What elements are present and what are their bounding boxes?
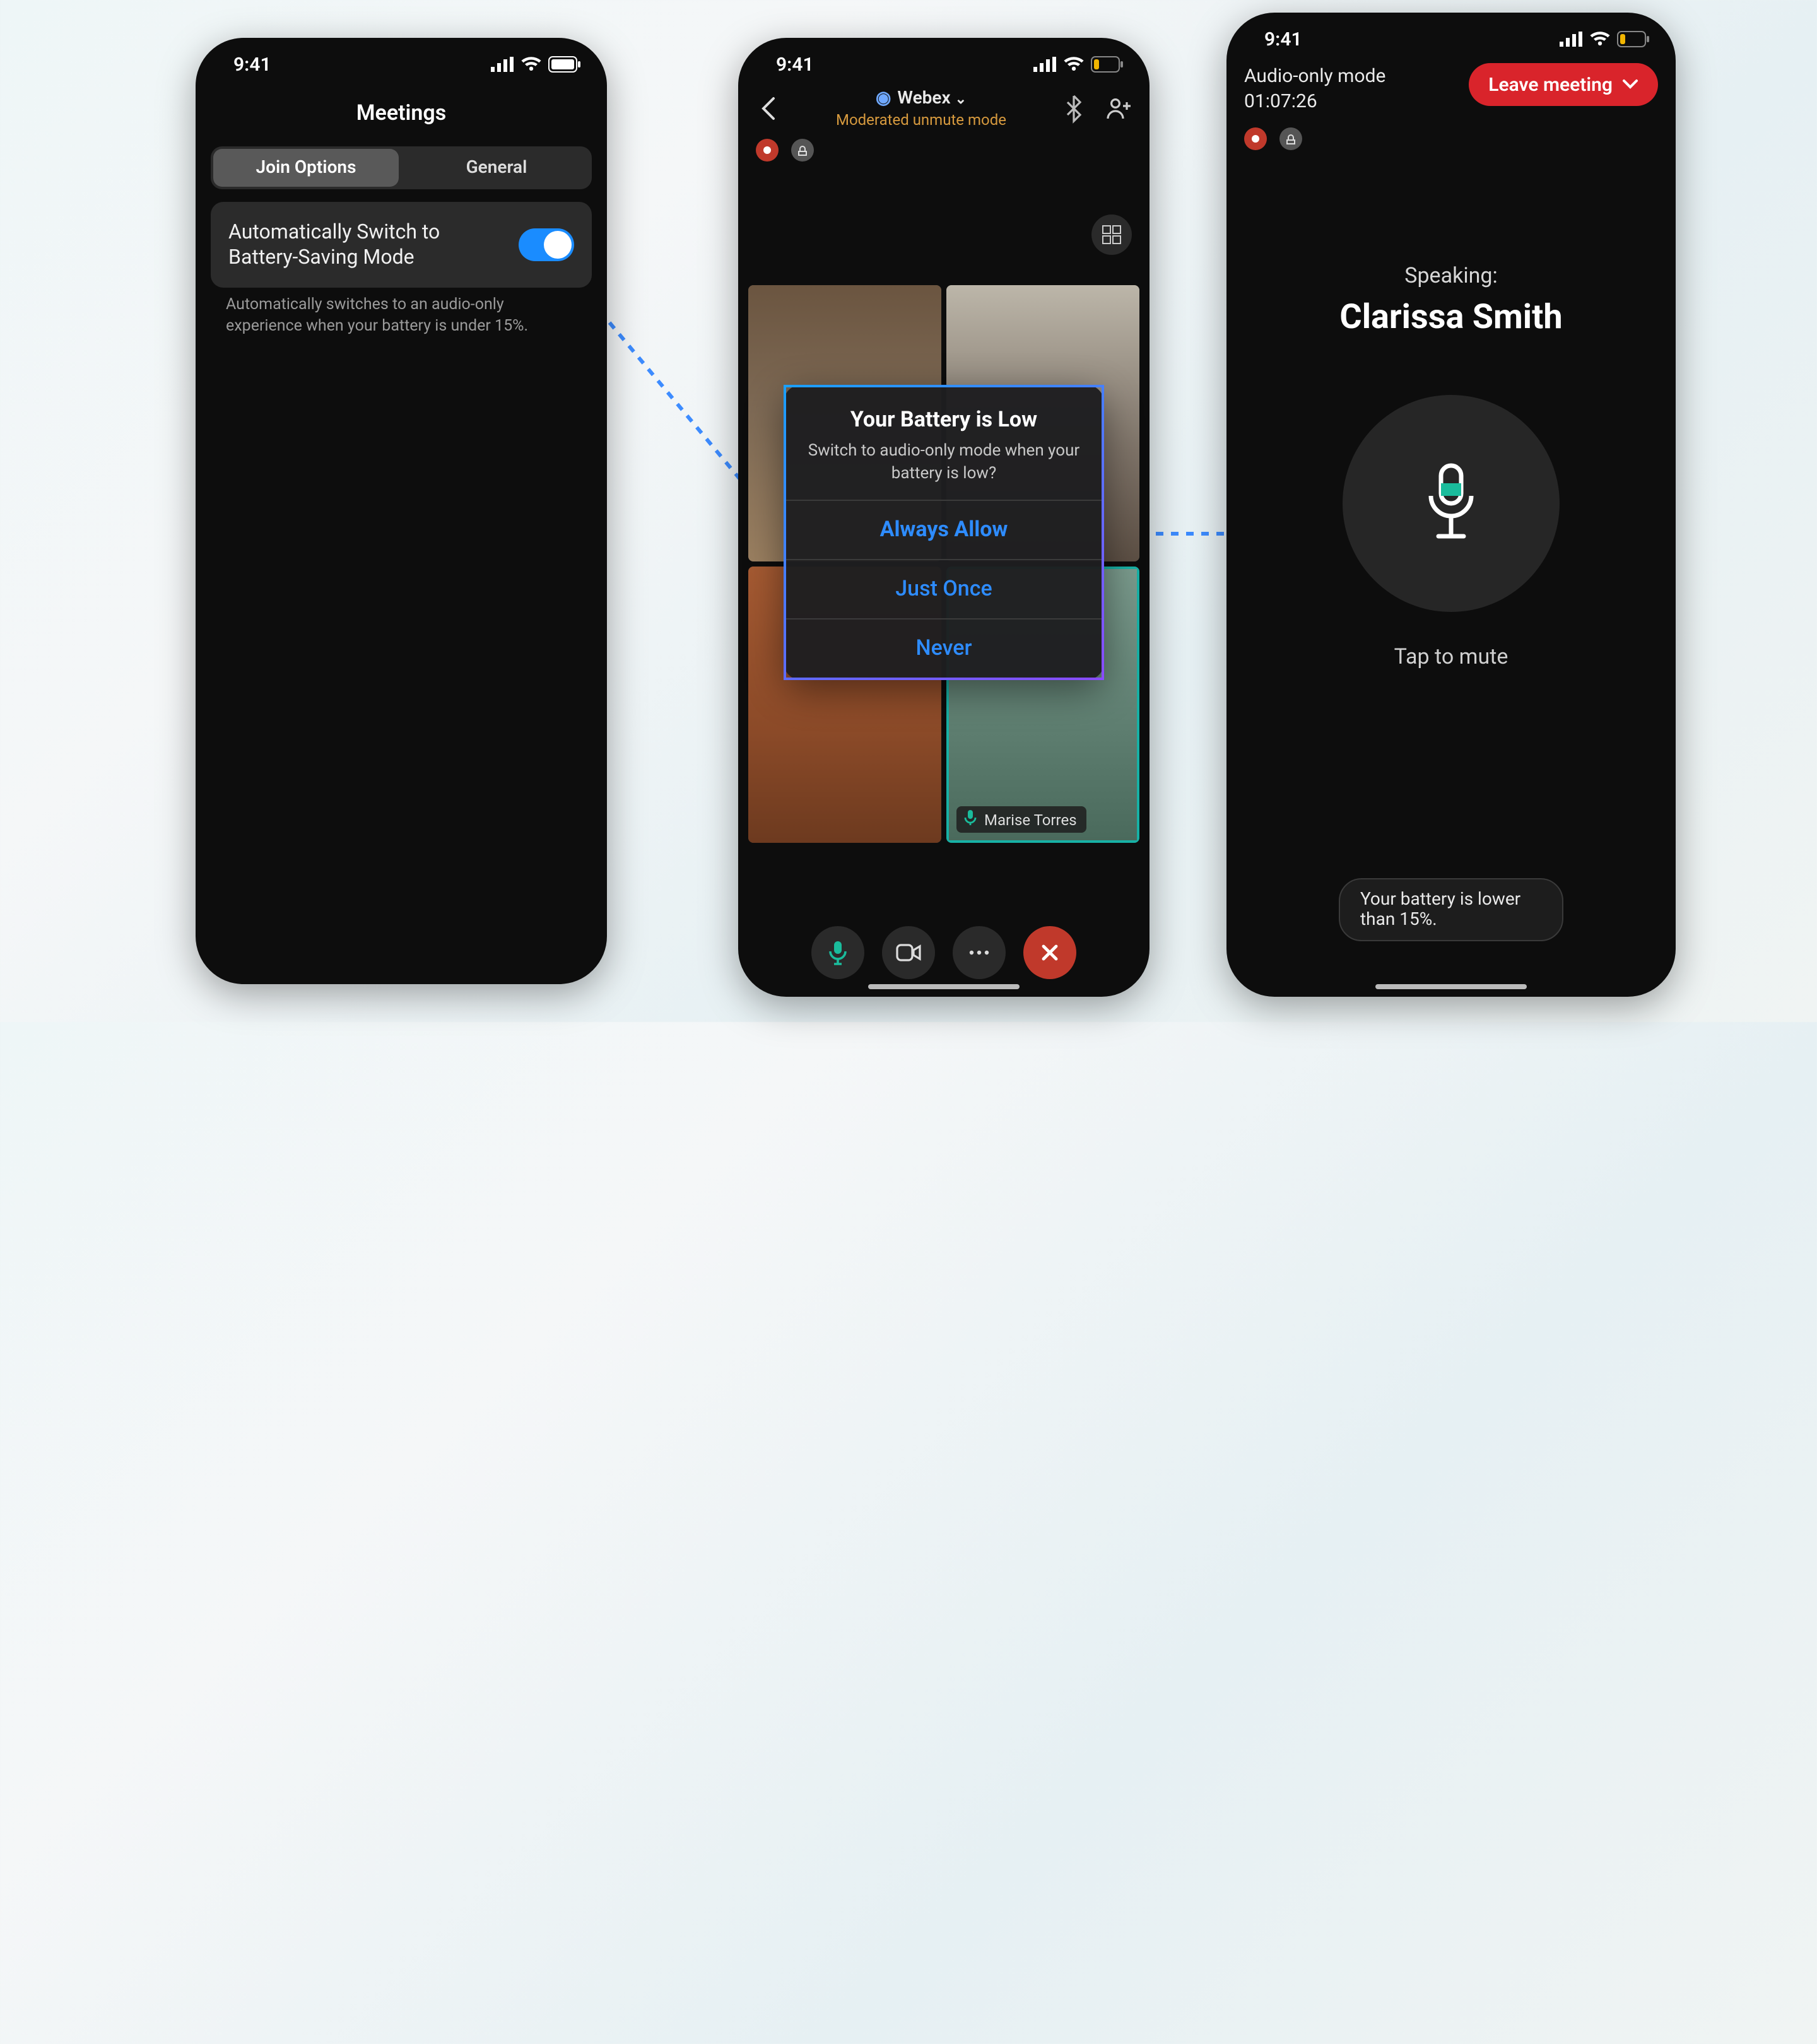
call-control-bar	[738, 926, 1150, 979]
battery-low-icon	[1618, 32, 1650, 47]
globe-icon: ◉	[876, 88, 891, 109]
participant-name: Marise Torres	[984, 811, 1077, 828]
mode-label: Audio-only mode	[1244, 63, 1385, 89]
page-title: Meetings	[196, 83, 607, 146]
tap-to-mute-button[interactable]	[1343, 394, 1560, 611]
recording-icon	[1244, 127, 1267, 150]
chevron-down-icon	[1623, 79, 1638, 90]
microphone-icon	[1423, 462, 1479, 543]
more-button[interactable]	[953, 926, 1006, 979]
recording-indicators	[1226, 114, 1676, 150]
phone-audio-only: 9:41 Audio-only mode 01:07:26 Leave meet…	[1226, 13, 1676, 997]
wifi-icon	[1064, 57, 1084, 72]
toggle-knob	[544, 231, 572, 259]
dialog-option-just-once[interactable]: Just Once	[786, 559, 1102, 618]
status-bar: 9:41	[738, 38, 1150, 83]
grid-icon	[1102, 225, 1122, 245]
tab-join-label: Join Options	[256, 158, 356, 178]
mic-active-icon	[964, 810, 977, 829]
chevron-down-icon: ⌄	[955, 91, 967, 107]
home-indicator	[868, 984, 1020, 989]
leave-meeting-button[interactable]: Leave meeting	[1468, 63, 1658, 106]
end-call-button[interactable]	[1023, 926, 1076, 979]
segmented-control: Join Options General	[211, 146, 592, 189]
setting-description: Automatically switches to an audio-only …	[226, 295, 577, 338]
tap-to-mute-label: Tap to mute	[1394, 644, 1508, 669]
status-icons	[1033, 57, 1124, 72]
status-time: 9:41	[776, 53, 814, 76]
tab-general[interactable]: General	[404, 149, 589, 187]
toggle-battery-saving[interactable]	[519, 228, 574, 261]
meeting-title: Webex	[897, 88, 950, 109]
recording-indicators	[738, 131, 1150, 162]
audio-only-status: Audio-only mode 01:07:26	[1244, 63, 1385, 114]
audio-only-top: Audio-only mode 01:07:26 Leave meeting	[1226, 58, 1676, 114]
status-icons	[491, 57, 582, 72]
meeting-top-bar: ◉ Webex ⌄ Moderated unmute mode	[738, 83, 1150, 131]
battery-low-dialog: Your Battery is Low Switch to audio-only…	[784, 385, 1104, 680]
meeting-subtitle: Moderated unmute mode	[836, 111, 1006, 129]
elapsed-time: 01:07:26	[1244, 89, 1385, 115]
wifi-icon	[1590, 32, 1610, 47]
status-time: 9:41	[1264, 28, 1302, 50]
status-icons	[1560, 32, 1650, 47]
video-button[interactable]	[882, 926, 935, 979]
wifi-icon	[521, 57, 541, 72]
tab-join-options[interactable]: Join Options	[213, 149, 399, 187]
speaker-name: Clarissa Smith	[1226, 296, 1676, 336]
tab-general-label: General	[466, 158, 527, 178]
participant-nameplate: Marise Torres	[956, 806, 1087, 833]
home-indicator	[1375, 984, 1527, 989]
phone-settings: 9:41 Meetings Join Options General Autom…	[196, 38, 607, 984]
battery-toast: Your battery is lower than 15%.	[1339, 878, 1563, 941]
battery-low-icon	[1091, 57, 1124, 72]
dialog-title: Your Battery is Low	[806, 408, 1081, 433]
cellular-icon	[1033, 57, 1056, 72]
encryption-icon	[1279, 127, 1302, 150]
recording-icon	[756, 139, 779, 162]
battery-full-icon	[549, 57, 582, 72]
bluetooth-icon[interactable]	[1061, 96, 1086, 121]
status-time: 9:41	[233, 53, 271, 76]
setting-battery-saving[interactable]: Automatically Switch to Battery-Saving M…	[211, 202, 592, 288]
dialog-option-never[interactable]: Never	[786, 618, 1102, 678]
encryption-icon	[791, 139, 814, 162]
phone-meeting-grid: 9:41 ◉ Webex ⌄ Moderated unmute mode	[738, 38, 1150, 997]
setting-label: Automatically Switch to Battery-Saving M…	[228, 220, 503, 270]
back-button[interactable]	[756, 96, 781, 121]
cellular-icon	[491, 57, 514, 72]
speaking-label: Speaking:	[1226, 263, 1676, 288]
meeting-title-block[interactable]: ◉ Webex ⌄ Moderated unmute mode	[836, 88, 1006, 129]
add-participant-icon[interactable]	[1107, 96, 1132, 121]
leave-label: Leave meeting	[1488, 73, 1613, 96]
layout-toggle-button[interactable]	[1091, 214, 1132, 255]
dialog-option-always-allow[interactable]: Always Allow	[786, 500, 1102, 559]
status-bar: 9:41	[196, 38, 607, 83]
status-bar: 9:41	[1226, 13, 1676, 58]
mute-button[interactable]	[811, 926, 864, 979]
dialog-subtitle: Switch to audio-only mode when your batt…	[806, 440, 1081, 485]
speaking-block: Speaking: Clarissa Smith	[1226, 263, 1676, 336]
cellular-icon	[1560, 32, 1582, 47]
